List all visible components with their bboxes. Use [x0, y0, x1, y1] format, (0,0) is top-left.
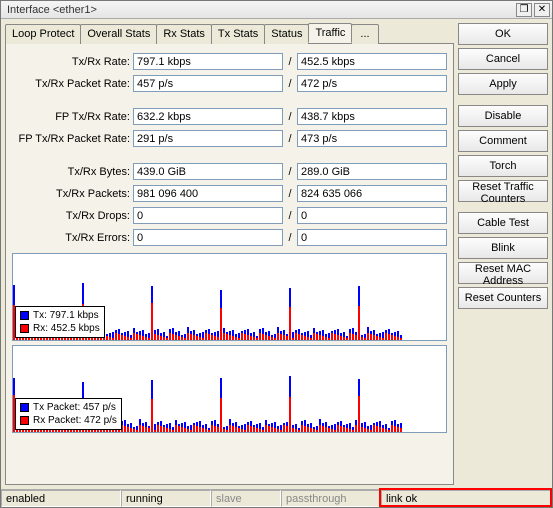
packet-graph: Tx Packet: 457 p/s Rx Packet: 472 p/s	[12, 345, 447, 433]
tab-traffic[interactable]: Traffic	[308, 23, 352, 43]
label-txrx-errors: Tx/Rx Errors:	[12, 232, 130, 244]
status-passthrough: passthrough	[281, 490, 381, 507]
label-fp-txrx-packet-rate: FP Tx/Rx Packet Rate:	[12, 133, 130, 145]
legend-rx-packet: Rx Packet: 472 p/s	[33, 414, 117, 427]
status-link: link ok	[381, 490, 552, 507]
label-txrx-drops: Tx/Rx Drops:	[12, 210, 130, 222]
tx-drops-field[interactable]	[133, 207, 283, 224]
tx-swatch-icon	[20, 311, 29, 320]
tab-body: Tx/Rx Rate: / Tx/Rx Packet Rate: / FP Tx…	[5, 43, 454, 485]
row-fp-txrx-packet-rate: FP Tx/Rx Packet Rate: /	[12, 129, 447, 148]
separator-icon: /	[286, 56, 294, 68]
separator-icon: /	[286, 232, 294, 244]
tx-packet-rate-field[interactable]	[133, 75, 283, 92]
rx-rate-field[interactable]	[297, 53, 447, 70]
torch-button[interactable]: Torch	[458, 155, 548, 177]
row-fp-txrx-rate: FP Tx/Rx Rate: /	[12, 107, 447, 126]
tx-packet-swatch-icon	[20, 403, 29, 412]
titlebar: Interface <ether1> ❐ ✕	[1, 1, 552, 19]
status-bar: enabled running slave passthrough link o…	[1, 489, 552, 507]
tx-packets-field[interactable]	[133, 185, 283, 202]
legend-rx: Rx: 452.5 kbps	[33, 322, 100, 335]
label-fp-txrx-rate: FP Tx/Rx Rate:	[12, 111, 130, 123]
status-running: running	[121, 490, 211, 507]
field-rows: Tx/Rx Rate: / Tx/Rx Packet Rate: / FP Tx…	[12, 52, 447, 247]
rx-drops-field[interactable]	[297, 207, 447, 224]
fp-tx-packet-rate-field[interactable]	[133, 130, 283, 147]
legend-tx: Tx: 797.1 kbps	[33, 309, 99, 322]
left-panel: Loop Protect Overall Stats Rx Stats Tx S…	[5, 23, 454, 485]
interface-window: Interface <ether1> ❐ ✕ Loop Protect Over…	[0, 0, 553, 508]
label-txrx-packets: Tx/Rx Packets:	[12, 188, 130, 200]
row-txrx-rate: Tx/Rx Rate: /	[12, 52, 447, 71]
tx-bytes-field[interactable]	[133, 163, 283, 180]
tx-rate-field[interactable]	[133, 53, 283, 70]
tab-overall-stats[interactable]: Overall Stats	[80, 24, 157, 44]
separator-icon: /	[286, 188, 294, 200]
tab-loop-protect[interactable]: Loop Protect	[5, 24, 81, 44]
label-txrx-bytes: Tx/Rx Bytes:	[12, 166, 130, 178]
row-txrx-drops: Tx/Rx Drops: /	[12, 206, 447, 225]
close-button[interactable]: ✕	[534, 3, 550, 17]
separator-icon: /	[286, 166, 294, 178]
packet-legend: Tx Packet: 457 p/s Rx Packet: 472 p/s	[15, 398, 122, 430]
reset-mac-address-button[interactable]: Reset MAC Address	[458, 262, 548, 284]
cancel-button[interactable]: Cancel	[458, 48, 548, 70]
tab-more[interactable]: ...	[351, 24, 378, 44]
tab-strip: Loop Protect Overall Stats Rx Stats Tx S…	[5, 23, 454, 43]
status-slave: slave	[211, 490, 281, 507]
row-txrx-packets: Tx/Rx Packets: /	[12, 184, 447, 203]
separator-icon: /	[286, 133, 294, 145]
reset-traffic-counters-button[interactable]: Reset Traffic Counters	[458, 180, 548, 202]
label-txrx-rate: Tx/Rx Rate:	[12, 56, 130, 68]
content: Loop Protect Overall Stats Rx Stats Tx S…	[1, 19, 552, 489]
legend-tx-packet: Tx Packet: 457 p/s	[33, 401, 116, 414]
tab-status[interactable]: Status	[264, 24, 309, 44]
fp-rx-rate-field[interactable]	[297, 108, 447, 125]
status-enabled: enabled	[1, 490, 121, 507]
comment-button[interactable]: Comment	[458, 130, 548, 152]
blink-button[interactable]: Blink	[458, 237, 548, 259]
ok-button[interactable]: OK	[458, 23, 548, 45]
graph-area: Tx: 797.1 kbps Rx: 452.5 kbps Tx Packet:…	[12, 253, 447, 478]
apply-button[interactable]: Apply	[458, 73, 548, 95]
rate-legend: Tx: 797.1 kbps Rx: 452.5 kbps	[15, 306, 105, 338]
separator-icon: /	[286, 78, 294, 90]
rx-errors-field[interactable]	[297, 229, 447, 246]
button-column: OK Cancel Apply Disable Comment Torch Re…	[458, 23, 548, 485]
fp-rx-packet-rate-field[interactable]	[297, 130, 447, 147]
rx-packet-swatch-icon	[20, 416, 29, 425]
label-txrx-packet-rate: Tx/Rx Packet Rate:	[12, 78, 130, 90]
separator-icon: /	[286, 210, 294, 222]
tab-rx-stats[interactable]: Rx Stats	[156, 24, 212, 44]
cable-test-button[interactable]: Cable Test	[458, 212, 548, 234]
row-txrx-errors: Tx/Rx Errors: /	[12, 228, 447, 247]
reset-counters-button[interactable]: Reset Counters	[458, 287, 548, 309]
rx-packets-field[interactable]	[297, 185, 447, 202]
rx-bytes-field[interactable]	[297, 163, 447, 180]
row-txrx-bytes: Tx/Rx Bytes: /	[12, 162, 447, 181]
rx-packet-rate-field[interactable]	[297, 75, 447, 92]
rate-graph: Tx: 797.1 kbps Rx: 452.5 kbps	[12, 253, 447, 341]
tab-tx-stats[interactable]: Tx Stats	[211, 24, 265, 44]
restore-button[interactable]: ❐	[516, 3, 532, 17]
tx-errors-field[interactable]	[133, 229, 283, 246]
separator-icon: /	[286, 111, 294, 123]
window-title: Interface <ether1>	[7, 4, 514, 16]
disable-button[interactable]: Disable	[458, 105, 548, 127]
rx-swatch-icon	[20, 324, 29, 333]
fp-tx-rate-field[interactable]	[133, 108, 283, 125]
row-txrx-packet-rate: Tx/Rx Packet Rate: /	[12, 74, 447, 93]
highlight-annotation	[379, 488, 552, 507]
